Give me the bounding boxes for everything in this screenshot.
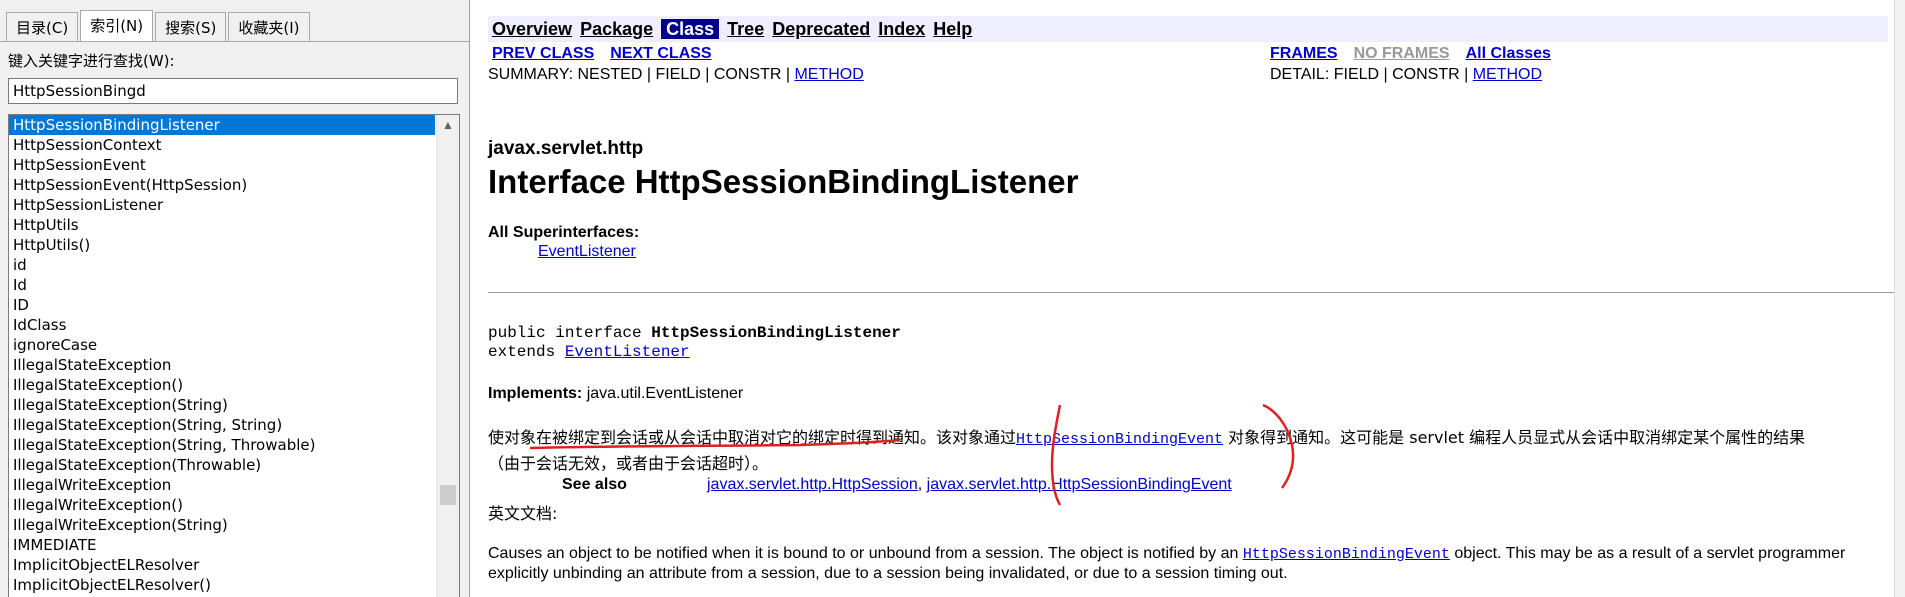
english-description-line2: explicitly unbinding an attribute from a…	[488, 565, 1288, 582]
zh-description-line2: （由于会话无效，或者由于会话超时）。	[488, 454, 769, 473]
index-item[interactable]: Id	[9, 275, 435, 295]
index-list: HttpSessionBindingListener HttpSessionCon…	[9, 115, 435, 595]
see-also-bindingevent-link[interactable]: javax.servlet.http.HttpSessionBindingEve…	[927, 476, 1232, 493]
index-item[interactable]: id	[9, 255, 435, 275]
package-name: javax.servlet.http	[488, 138, 644, 159]
superinterface-link[interactable]: EventListener	[538, 243, 636, 260]
index-item[interactable]: IllegalStateException(String)	[9, 395, 435, 415]
index-item[interactable]: ignoreCase	[9, 335, 435, 355]
extends-link[interactable]: EventListener	[565, 343, 690, 361]
nav-help[interactable]: Help	[933, 19, 972, 39]
see-also-httpsession-link[interactable]: javax.servlet.http.HttpSession	[707, 476, 918, 493]
help-index-pane: 目录(C) 索引(N) 搜索(S) 收藏夹(I) 键入关键字进行查找(W): H…	[0, 0, 470, 597]
index-item[interactable]: HttpUtils()	[9, 235, 435, 255]
scroll-up-icon[interactable]: ▲	[437, 115, 459, 135]
implements-value: java.util.EventListener	[582, 385, 744, 402]
index-item[interactable]: HttpUtils	[9, 215, 435, 235]
index-item[interactable]: IllegalWriteException(String)	[9, 515, 435, 535]
nav-index[interactable]: Index	[878, 19, 925, 39]
declaration-prefix: public interface	[488, 324, 652, 342]
index-item[interactable]: HttpSessionContext	[9, 135, 435, 155]
nav-overview[interactable]: Overview	[492, 19, 572, 39]
english-doc-label: 英文文档:	[488, 504, 558, 523]
content-scrollbar[interactable]	[1894, 0, 1905, 597]
index-item[interactable]: ImplicitObjectELResolver	[9, 555, 435, 575]
red-pen-annotations	[529, 403, 1295, 506]
index-item[interactable]: IllegalWriteException()	[9, 495, 435, 515]
prev-class-link[interactable]: PREV CLASS	[492, 45, 594, 62]
index-item[interactable]: HttpSessionEvent	[9, 155, 435, 175]
see-also-links: javax.servlet.http.HttpSession, javax.se…	[707, 476, 1232, 494]
index-item[interactable]: IllegalStateException(String, Throwable)	[9, 435, 435, 455]
index-item[interactable]: ID	[9, 295, 435, 315]
section-divider	[488, 292, 1898, 293]
tab-divider	[0, 41, 469, 42]
detail-line: DETAIL: FIELD | CONSTR | METHOD	[1270, 66, 1542, 84]
page-title: Interface HttpSessionBindingListener	[488, 163, 1079, 200]
tab-search[interactable]: 搜索(S)	[155, 12, 227, 42]
index-listbox[interactable]: HttpSessionBindingListener HttpSessionCon…	[8, 114, 460, 597]
keyword-search-input[interactable]	[8, 78, 458, 104]
implements-label: Implements:	[488, 385, 583, 402]
superinterfaces-label: All Superinterfaces:	[488, 224, 640, 241]
keyword-prompt: 键入关键字进行查找(W):	[8, 52, 175, 70]
scrollbar-thumb[interactable]	[440, 485, 456, 505]
no-frames-link[interactable]: NO FRAMES	[1354, 45, 1450, 62]
extends-prefix: extends	[488, 343, 565, 361]
index-item[interactable]: IllegalStateException()	[9, 375, 435, 395]
tab-contents[interactable]: 目录(C)	[6, 12, 79, 42]
en-line1-b: object. This may be as a result of a ser…	[1449, 545, 1846, 562]
en-line1-a: Causes an object to be notified when it …	[488, 545, 1243, 562]
index-item[interactable]: HttpSessionEvent(HttpSession)	[9, 175, 435, 195]
nav-tree[interactable]: Tree	[727, 19, 764, 39]
zh-description-line1: 使对象在被绑定到会话或从会话中取消对它的绑定时得到通知。该对象通过HttpSes…	[488, 424, 1805, 448]
nav-package[interactable]: Package	[580, 19, 653, 39]
index-item[interactable]: IllegalStateException(Throwable)	[9, 455, 435, 475]
nav-class-current: Class	[661, 19, 720, 39]
summary-text: SUMMARY: NESTED | FIELD | CONSTR |	[488, 66, 795, 83]
see-also-label: See also	[562, 476, 627, 493]
zh-desc-part1: 使对象在被绑定到会话或从会话中取消对它的绑定时得到通知。该对象通过	[488, 428, 1017, 447]
index-item[interactable]: IllegalWriteException	[9, 475, 435, 495]
en-event-link[interactable]: HttpSessionBindingEvent	[1243, 546, 1450, 563]
zh-desc-event-link[interactable]: HttpSessionBindingEvent	[1016, 431, 1223, 448]
see-also-separator: ,	[917, 476, 927, 493]
index-item[interactable]: IMMEDIATE	[9, 535, 435, 555]
tab-index[interactable]: 索引(N)	[80, 10, 154, 42]
tab-favorites[interactable]: 收藏夹(I)	[228, 12, 310, 42]
top-nav-bar: Overview Package Class Tree Deprecated Index H…	[488, 16, 1888, 42]
index-item[interactable]: IllegalStateException(String, String)	[9, 415, 435, 435]
summary-method-link[interactable]: METHOD	[794, 66, 863, 83]
index-item[interactable]: ImplicitObjectELResolver()	[9, 575, 435, 595]
index-item-selected[interactable]: HttpSessionBindingListener	[9, 115, 435, 135]
summary-line: SUMMARY: NESTED | FIELD | CONSTR | METHO…	[488, 66, 864, 84]
pane-tabs: 目录(C) 索引(N) 搜索(S) 收藏夹(I)	[6, 10, 312, 42]
index-item[interactable]: HttpSessionListener	[9, 195, 435, 215]
english-description-line1: Causes an object to be notified when it …	[488, 545, 1845, 563]
declaration-name: HttpSessionBindingListener	[651, 324, 901, 342]
index-item[interactable]: IllegalStateException	[9, 355, 435, 375]
list-scrollbar[interactable]: ▲	[436, 115, 459, 597]
all-classes-link[interactable]: All Classes	[1466, 45, 1551, 62]
index-item[interactable]: IdClass	[9, 315, 435, 335]
detail-text: DETAIL: FIELD | CONSTR |	[1270, 66, 1473, 83]
frames-link[interactable]: FRAMES	[1270, 45, 1338, 62]
detail-method-link[interactable]: METHOD	[1473, 66, 1542, 83]
nav-deprecated[interactable]: Deprecated	[772, 19, 870, 39]
next-class-link[interactable]: NEXT CLASS	[610, 45, 711, 62]
declaration-line: public interface HttpSessionBindingListe…	[488, 324, 901, 342]
implements-line: Implements: java.util.EventListener	[488, 385, 743, 403]
frames-nav: FRAMES NO FRAMES All Classes	[1270, 45, 1567, 63]
zh-desc-part2: 对象得到通知。这可能是 servlet 编程人员显式从会话中取消绑定某个属性的结…	[1228, 428, 1806, 447]
javadoc-content: Overview Package Class Tree Deprecated Index H…	[470, 0, 1905, 597]
extends-line: extends EventListener	[488, 343, 690, 361]
class-nav: PREV CLASS NEXT CLASS	[492, 45, 728, 63]
